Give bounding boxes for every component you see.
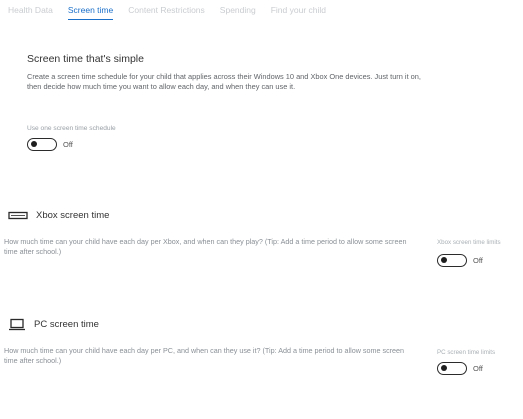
one-schedule-toggle[interactable] <box>27 138 57 151</box>
xbox-section-title: Xbox screen time <box>36 210 110 221</box>
one-schedule-toggle-label: Use one screen time schedule <box>27 125 116 132</box>
tab-content-restrictions[interactable]: Content Restrictions <box>128 5 205 20</box>
pc-limits-label: PC screen time limits <box>437 349 496 356</box>
pc-section-header: PC screen time <box>8 318 99 331</box>
pc-toggle-state: Off <box>473 364 483 373</box>
pc-section-description: How much time can your child have each d… <box>4 346 405 366</box>
toggle-knob <box>441 365 447 371</box>
xbox-toggle-row: Off <box>437 254 483 267</box>
toggle-knob <box>31 141 37 147</box>
pc-screen-time-toggle[interactable] <box>437 362 467 375</box>
xbox-console-icon <box>8 211 28 221</box>
simple-section-title: Screen time that's simple <box>27 53 144 65</box>
tab-health-data[interactable]: Health Data <box>8 5 53 20</box>
xbox-section-header: Xbox screen time <box>8 210 109 221</box>
xbox-section-description: How much time can your child have each d… <box>4 237 407 257</box>
pc-toggle-row: Off <box>437 362 483 375</box>
xbox-limits-label: Xbox screen time limits <box>437 239 501 246</box>
one-schedule-toggle-row: Off <box>27 138 73 151</box>
screen-time-page: Health Data Screen time Content Restrict… <box>0 0 523 419</box>
simple-section-description: Create a screen time schedule for your c… <box>27 72 421 92</box>
pc-section-title: PC screen time <box>34 319 99 330</box>
tab-bar: Health Data Screen time Content Restrict… <box>8 5 326 20</box>
xbox-toggle-state: Off <box>473 256 483 265</box>
tab-screen-time[interactable]: Screen time <box>67 5 114 20</box>
toggle-knob <box>441 257 447 263</box>
xbox-screen-time-toggle[interactable] <box>437 254 467 267</box>
tab-spending[interactable]: Spending <box>220 5 256 20</box>
laptop-icon <box>8 318 26 331</box>
tab-find-your-child[interactable]: Find your child <box>271 5 326 20</box>
one-schedule-toggle-state: Off <box>63 140 73 149</box>
